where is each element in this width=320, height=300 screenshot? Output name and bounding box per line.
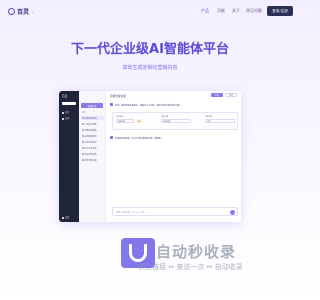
chat-area: 营销文案生成 分享 导出 你好！我是营销文案助手，请填写以下信息，我将为您生成定… — [106, 91, 241, 222]
list-item[interactable]: 用户评论分析 — [81, 146, 104, 150]
sidebar-brand: 百灵 — [62, 95, 68, 98]
chat-icon — [82, 141, 84, 143]
chat-icon — [82, 123, 84, 125]
list-item-label: 活动方案生成 — [84, 141, 97, 144]
sidebar-item-label: 首页 — [65, 111, 70, 114]
nav-link-product[interactable]: 产品 — [201, 8, 209, 14]
bot-avatar-icon — [110, 136, 113, 139]
logo-icon — [8, 8, 15, 15]
target-audience-select[interactable]: 年轻白领 — [161, 119, 191, 123]
app-sidebar: 百灵 首页 应用 设置 — [59, 91, 79, 222]
chevron-down-icon: ⌄ — [31, 9, 35, 14]
sidebar-new-button[interactable] — [62, 102, 76, 105]
nav-link-features[interactable]: 功能 — [217, 8, 225, 14]
sidebar-item-home[interactable]: 首页 — [62, 110, 69, 114]
list-item[interactable]: 竞品分析报告 — [81, 152, 104, 156]
nav-link-faq[interactable]: 常见问题 — [246, 8, 262, 14]
top-navbar: 百灵 ⌄ 产品 功能 关于 常见问题 登录/注册 — [0, 0, 300, 22]
watermark-title: 自动秒收录 — [156, 243, 237, 261]
gear-icon — [62, 216, 64, 219]
conversation-list: 新建对话 最近 营销文案生成 产品卖点提炼 社媒内容策划 品牌故事撰写 活动方案… — [79, 91, 106, 222]
hero-subtitle: 高效生成定制化营销内容 — [122, 65, 178, 71]
list-item-label: 产品卖点提炼 — [84, 123, 97, 126]
list-section-label: 最近 — [82, 112, 87, 114]
sidebar-item-label: 应用 — [65, 117, 70, 120]
sidebar-item-apps[interactable]: 应用 — [62, 116, 69, 120]
send-icon[interactable] — [230, 210, 235, 215]
nav-link-about[interactable]: 关于 — [232, 8, 240, 14]
chat-icon — [82, 135, 84, 137]
list-item[interactable]: 营销文案生成 — [81, 116, 104, 120]
list-item[interactable]: 产品卖点提炼 — [81, 122, 104, 126]
chat-message: 已收到您的需求，正在为您生成营销文案，请稍候…… — [115, 137, 165, 140]
chat-icon — [82, 159, 84, 161]
list-item-label: 社媒内容策划 — [84, 129, 97, 132]
chat-title: 营销文案生成 — [110, 95, 126, 98]
share-button[interactable]: 分享 — [211, 93, 223, 97]
list-item-label: 营销文案生成 — [84, 117, 97, 120]
home-icon — [62, 111, 64, 114]
list-item-label: 邮件营销内容 — [84, 159, 97, 162]
list-item[interactable]: 活动方案生成 — [81, 140, 104, 144]
chat-icon — [82, 129, 84, 131]
field-label: 产品名称 — [116, 116, 124, 118]
brand-name: 百灵 — [17, 9, 30, 16]
list-item-label: 竞品分析报告 — [84, 153, 97, 156]
login-button[interactable]: 登录/注册 — [267, 6, 293, 16]
app-preview-window: 百灵 首页 应用 设置 新建对话 最近 营销文案生成 产品卖点提炼 社媒内容策划… — [59, 91, 241, 222]
style-select[interactable]: 活泼 — [205, 119, 235, 123]
brand-logo[interactable]: 百灵 ⌄ — [8, 7, 34, 16]
list-item-label: 用户评论分析 — [84, 147, 97, 150]
export-button[interactable]: 导出 — [225, 93, 237, 97]
sidebar-item-label: 设置 — [65, 216, 70, 219]
product-name-field[interactable]: 智能手表 — [116, 119, 134, 123]
watermark-subtitle: 快上链接 ↔ 来访一次 ↔ 自动收录 — [138, 263, 243, 271]
chat-icon — [82, 117, 84, 119]
list-item-label: 品牌故事撰写 — [84, 135, 97, 138]
form-card: 产品名称 智能手表 必填 目标人群 年轻白领 文案风格 活泼 — [112, 112, 238, 130]
chat-icon — [82, 147, 84, 149]
apps-icon — [62, 117, 64, 120]
chat-icon — [82, 153, 84, 155]
field-label: 文案风格 — [205, 116, 213, 118]
chat-message: 你好！我是营销文案助手，请填写以下信息，我将为您生成定制化内容。 — [115, 104, 182, 107]
chat-input-placeholder: 请输入您的问题，按 Enter 发送 — [116, 212, 145, 214]
chat-input[interactable]: 请输入您的问题，按 Enter 发送 — [112, 207, 238, 216]
field-label: 目标人群 — [161, 116, 169, 118]
hero-title: 下一代企业级AI智能体平台 — [71, 42, 229, 57]
new-chat-button[interactable]: 新建对话 — [81, 103, 103, 108]
sidebar-settings[interactable]: 设置 — [62, 215, 69, 219]
bot-avatar-icon — [110, 103, 113, 106]
list-item[interactable]: 邮件营销内容 — [81, 158, 104, 162]
required-badge: 必填 — [136, 119, 142, 123]
list-item[interactable]: 品牌故事撰写 — [81, 134, 104, 138]
watermark-u-icon — [129, 244, 147, 262]
list-item[interactable]: 社媒内容策划 — [81, 128, 104, 132]
